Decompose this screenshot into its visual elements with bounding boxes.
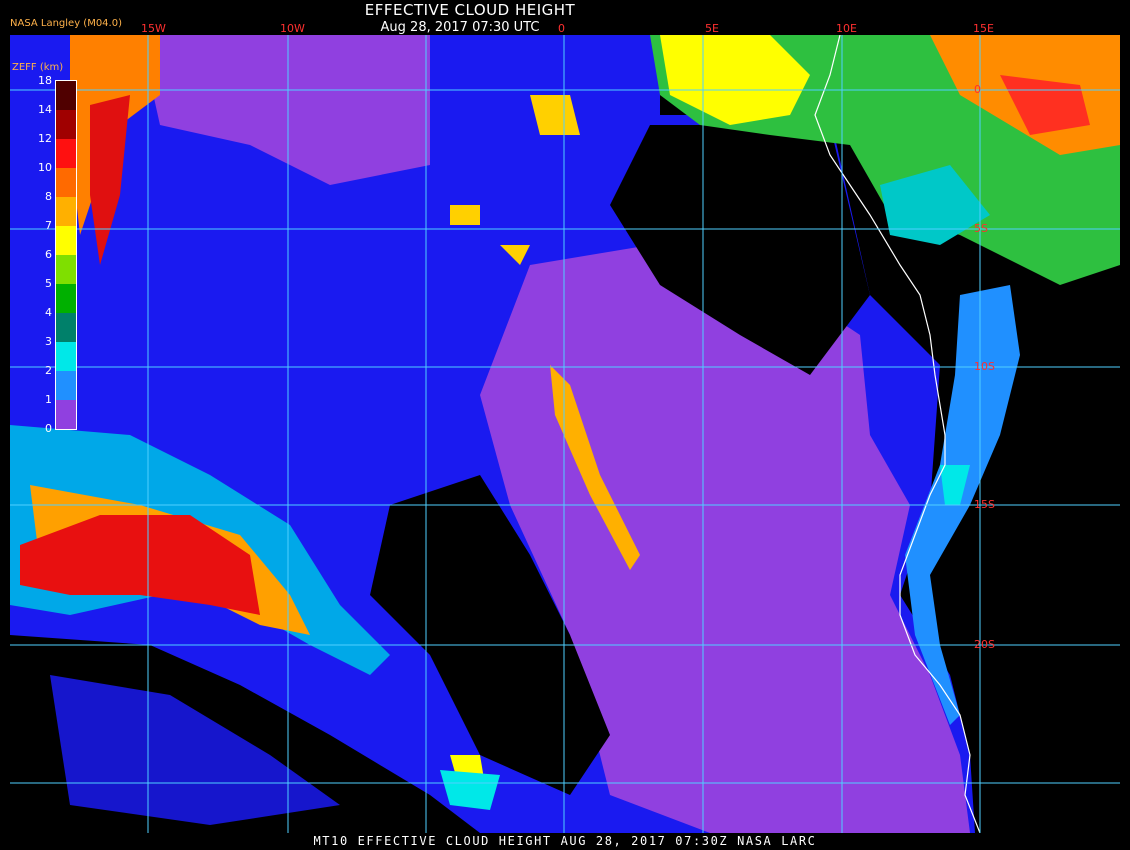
footer-caption: MT10 EFFECTIVE CLOUD HEIGHT AUG 28, 2017… [313,834,817,848]
lat-label-10s: 10S [974,360,995,373]
legend-label: 4 [45,306,52,319]
legend-swatch [56,313,76,342]
lat-label-20s: 20S [974,638,995,651]
legend-label: 14 [38,103,52,116]
lat-label-5s: 5S [974,222,988,235]
lon-label-10e: 10E [836,22,857,35]
legend-label: 1 [45,393,52,406]
legend-swatch [56,342,76,371]
legend-title: ZEFF (km) [12,62,64,73]
legend-swatch [56,197,76,226]
lon-label-15e: 15E [973,22,994,35]
lon-label-0: 0 [558,22,565,35]
legend-label: 10 [38,161,52,174]
legend-label: 7 [45,219,52,232]
lat-label-0: 0 [974,83,981,96]
lon-label-15w: 15W [141,22,166,35]
legend-swatch [56,168,76,197]
legend-swatch [56,400,76,429]
legend-label: 8 [45,190,52,203]
lat-label-15s: 15S [974,498,995,511]
legend-swatch [56,81,76,110]
legend-swatch [56,255,76,284]
legend-label: 0 [45,422,52,435]
map-title: EFFECTIVE CLOUD HEIGHT [364,1,576,19]
color-scale [55,80,77,430]
lon-label-10w: 10W [280,22,305,35]
legend-swatch [56,139,76,168]
legend-swatch [56,110,76,139]
lon-label-5e: 5E [705,22,719,35]
legend-label: 6 [45,248,52,261]
legend-swatch [56,284,76,313]
legend-swatch [56,226,76,255]
legend-label: 5 [45,277,52,290]
legend-label: 3 [45,335,52,348]
legend-label: 18 [38,74,52,87]
cloud-height-map [10,35,1120,833]
legend-label: 2 [45,364,52,377]
legend-swatch [56,371,76,400]
legend-label: 12 [38,132,52,145]
